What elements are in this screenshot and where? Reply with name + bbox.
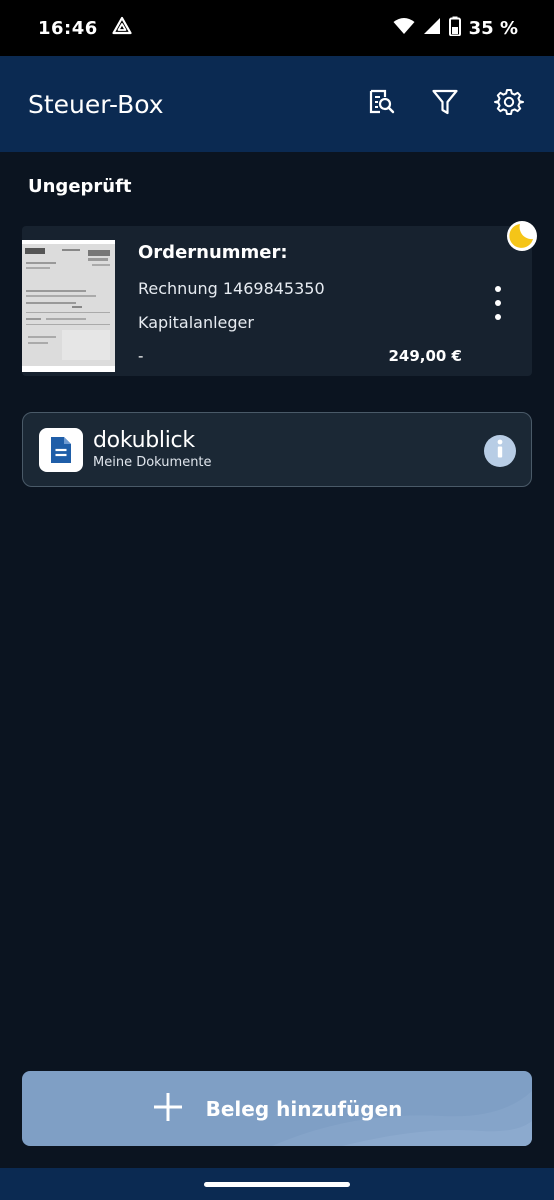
receipt-heading: Ordernummer:: [138, 242, 288, 263]
signal-icon: [423, 17, 441, 39]
dokublick-brand: dokublick: [93, 429, 212, 453]
status-time: 16:46: [38, 17, 98, 39]
settings-icon: [494, 87, 524, 121]
receipt-amount: 249,00 €: [388, 347, 462, 365]
filter-button[interactable]: [426, 85, 464, 123]
more-vert-dot: [495, 314, 501, 320]
info-icon: [494, 439, 506, 463]
dokublick-text: dokublick Meine Dokumente: [93, 429, 212, 471]
status-right: 35 %: [393, 16, 518, 40]
receipt-date: -: [138, 347, 144, 365]
document-icon: [39, 427, 83, 472]
receipt-invoice: Rechnung 1469845350: [138, 279, 325, 298]
status-left: 16:46: [38, 16, 132, 40]
status-bar: 16:46 35 %: [0, 0, 554, 56]
add-receipt-label: Beleg hinzufügen: [205, 1096, 403, 1121]
wifi-icon: [393, 17, 415, 39]
receipt-thumbnail: [22, 240, 115, 372]
receipt-menu-button[interactable]: [486, 286, 510, 320]
screen: 16:46 35 % Steuer-Box Ungeprüft Ordernum…: [0, 0, 554, 1200]
search-documents-button[interactable]: [362, 85, 400, 123]
add-receipt-button[interactable]: Beleg hinzufügen: [22, 1071, 532, 1146]
receipt-bottom-row: - 249,00 €: [138, 347, 462, 365]
receipt-category: Kapitalanleger: [138, 313, 254, 332]
dokublick-subtitle: Meine Dokumente: [93, 455, 212, 470]
drive-triangle-icon: [112, 16, 132, 40]
more-vert-icon: [495, 286, 501, 292]
filter-icon: [431, 87, 459, 121]
app-bar: Steuer-Box: [0, 56, 554, 152]
info-button[interactable]: [484, 435, 516, 467]
settings-button[interactable]: [490, 85, 528, 123]
more-vert-dot: [495, 300, 501, 306]
navigation-bar: [0, 1168, 554, 1200]
home-gesture-handle[interactable]: [204, 1182, 350, 1187]
receipt-card[interactable]: Ordernummer: Rechnung 1469845350 Kapital…: [22, 221, 537, 376]
dokublick-brand-part2: blick: [145, 428, 195, 453]
dokublick-card[interactable]: dokublick Meine Dokumente: [22, 412, 532, 487]
dokublick-brand-part1: doku: [93, 428, 146, 453]
receipt-info: Ordernummer: Rechnung 1469845350 Kapital…: [138, 242, 468, 365]
battery-icon: [448, 16, 461, 40]
battery-percent: 35 %: [468, 17, 518, 39]
app-title: Steuer-Box: [28, 89, 164, 119]
section-title: Ungeprüft: [28, 176, 132, 197]
plus-icon: [152, 1091, 184, 1127]
half-moon-pending-icon: [506, 220, 538, 252]
app-actions: [362, 85, 528, 123]
search-document-icon: [366, 87, 396, 121]
